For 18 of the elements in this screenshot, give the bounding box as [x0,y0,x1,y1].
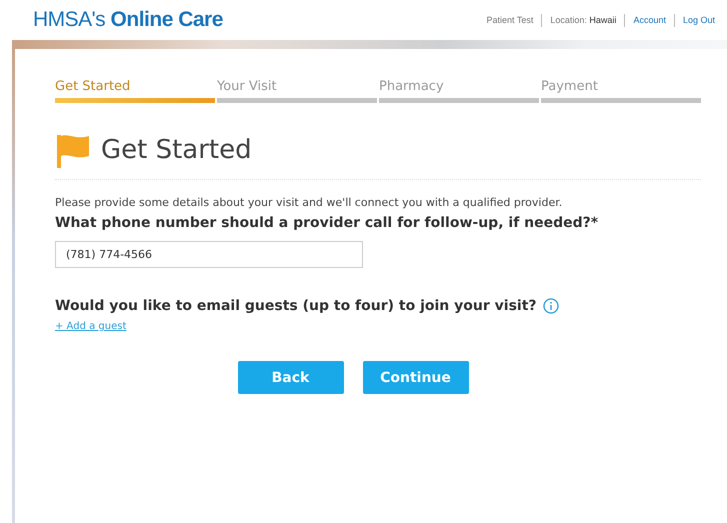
logo: HMSA's Online Care [33,8,223,32]
location-text: Location: Hawaii [550,15,616,25]
progress-step: Payment [541,79,701,103]
page-title: Get Started [101,135,252,165]
intro-text: Please provide some details about your visit and we'll connect you with a qualified provider. [55,196,564,209]
header-link[interactable]: Log Out [682,15,715,25]
progress-step: Your Visit [217,79,377,103]
user-name: Patient Test [486,15,534,25]
back-button[interactable]: Back [238,361,344,394]
progress-step: Pharmacy [379,79,539,103]
header-link[interactable]: Account [633,15,666,25]
info-icon[interactable] [542,298,559,314]
question-text: Would you like to email guests (up to four) to join your visit? [55,298,537,314]
add-guest-link[interactable]: + Add a guest [55,321,126,332]
continue-button[interactable]: Continue [362,361,468,394]
phone-input-field[interactable]: (781) 774-4566 [55,241,363,268]
progress-step: Get Started [55,79,215,103]
question-text: What phone number should a provider call for follow-up, if needed?* [55,215,600,231]
